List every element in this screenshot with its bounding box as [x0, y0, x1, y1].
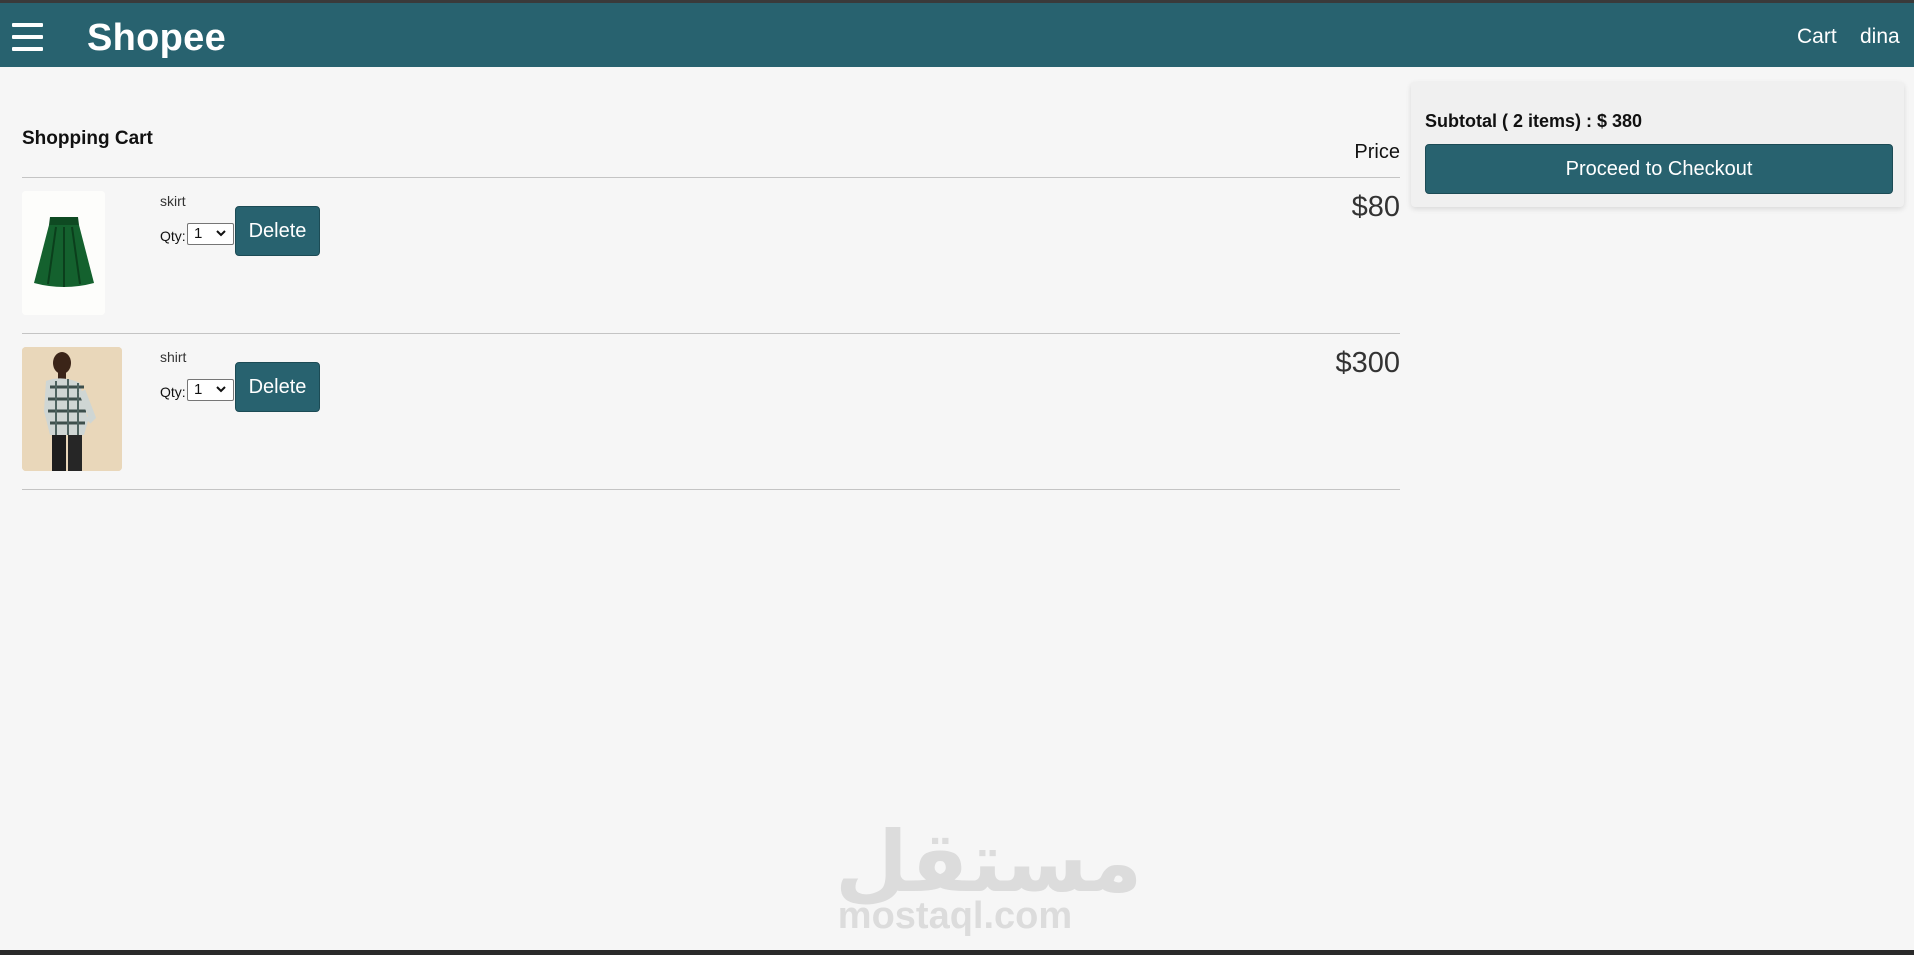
- proceed-to-checkout-button[interactable]: Proceed to Checkout: [1425, 144, 1893, 194]
- quantity-select[interactable]: 1: [187, 223, 234, 245]
- delete-button[interactable]: Delete: [235, 362, 320, 412]
- watermark-arabic-text: مستقل: [835, 813, 1143, 911]
- item-name: shirt: [160, 349, 187, 365]
- cart-item: shirt Qty: 1 Delete $300: [0, 335, 1914, 491]
- price-column-heading: Price: [1354, 141, 1400, 163]
- top-navbar: Shopee Cart dina: [0, 3, 1914, 67]
- qty-label: Qty:: [160, 228, 186, 244]
- nav-user-link[interactable]: dina: [1860, 25, 1900, 49]
- order-summary-card: Subtotal ( 2 items) : $ 380 Proceed to C…: [1411, 82, 1904, 207]
- brand-logo[interactable]: Shopee: [87, 17, 226, 60]
- item-price: $300: [1335, 347, 1400, 379]
- quantity-value: 1: [194, 225, 203, 242]
- divider: [22, 333, 1400, 334]
- delete-button[interactable]: Delete: [235, 206, 320, 256]
- chevron-down-icon: [216, 230, 226, 237]
- nav-cart-link[interactable]: Cart: [1797, 25, 1837, 49]
- divider: [22, 489, 1400, 490]
- qty-label: Qty:: [160, 384, 186, 400]
- watermark-latin-text: mostaql.com: [837, 895, 1073, 937]
- divider: [22, 177, 1400, 178]
- subtotal-text: Subtotal ( 2 items) : $ 380: [1425, 111, 1643, 131]
- page-title: Shopping Cart: [22, 128, 153, 149]
- watermark-logo: مستقل mostaql.com: [835, 813, 1143, 940]
- quantity-select[interactable]: 1: [187, 379, 234, 401]
- item-name: skirt: [160, 193, 186, 209]
- product-image-shirt[interactable]: [22, 347, 122, 471]
- quantity-value: 1: [194, 381, 203, 398]
- chevron-down-icon: [216, 386, 226, 393]
- item-price: $80: [1351, 191, 1400, 223]
- product-image-skirt[interactable]: [22, 191, 105, 315]
- window-bottom-border: [0, 950, 1914, 955]
- hamburger-menu-icon[interactable]: [12, 23, 43, 52]
